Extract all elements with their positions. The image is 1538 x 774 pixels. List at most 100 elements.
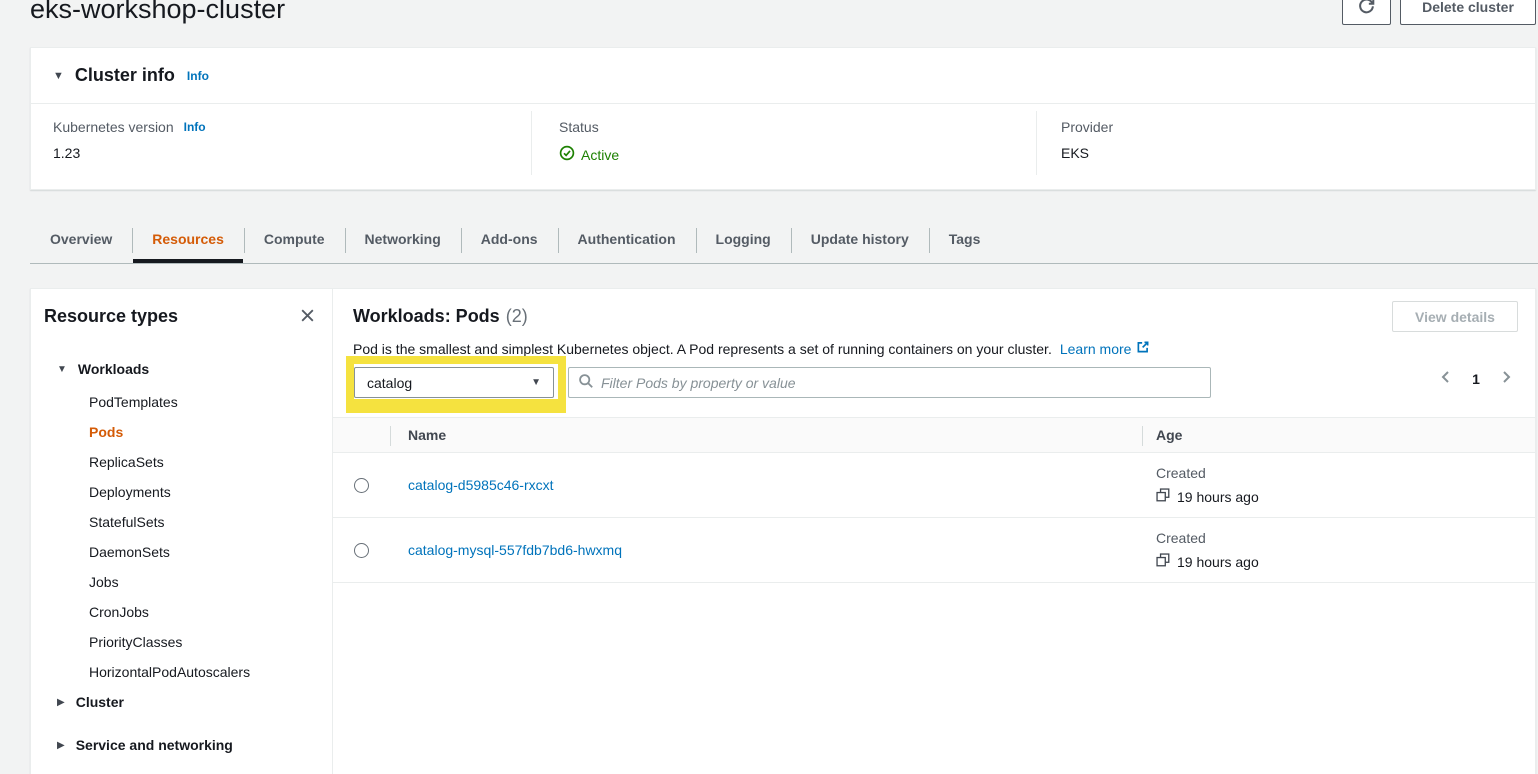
tab-logging[interactable]: Logging: [696, 219, 791, 262]
sidebar-item-replicasets[interactable]: ReplicaSets: [89, 454, 318, 471]
pod-filter-dropdown-value: catalog: [367, 375, 412, 391]
sidebar-item-daemonsets[interactable]: DaemonSets: [89, 544, 318, 561]
pods-search-box: [568, 367, 1211, 398]
age-cell: Created 19 hours ago: [1156, 465, 1259, 505]
collapsed-caret-icon: ▶: [57, 737, 65, 754]
age-cell: Created 19 hours ago: [1156, 530, 1259, 570]
sidebar-group-workloads[interactable]: ▼ Workloads: [57, 361, 318, 378]
current-page-button[interactable]: 1: [1466, 371, 1486, 387]
kubernetes-version-label: Kubernetes version: [53, 119, 174, 135]
page-title: eks-workshop-cluster: [30, 0, 285, 25]
resources-panel: Resource types ▼ Workloads PodTemplates …: [30, 288, 1536, 774]
copy-icon: [1156, 553, 1170, 570]
next-page-button[interactable]: [1498, 369, 1514, 388]
field-divider: [1036, 111, 1037, 175]
provider-field: Provider EKS: [1061, 119, 1113, 161]
provider-value: EKS: [1061, 145, 1113, 161]
resource-types-sidebar: Resource types ▼ Workloads PodTemplates …: [31, 289, 333, 774]
pagination: 1: [1438, 369, 1514, 388]
pods-description: Pod is the smallest and simplest Kuberne…: [353, 340, 1150, 357]
sidebar-item-horizontalpodautoscalers[interactable]: HorizontalPodAutoscalers: [89, 664, 318, 681]
expanded-caret-icon: ▼: [57, 361, 67, 378]
tab-resources[interactable]: Resources: [132, 219, 244, 262]
tab-tags[interactable]: Tags: [929, 219, 1001, 262]
age-created-label: Created: [1156, 530, 1259, 546]
chevron-right-icon: [1498, 369, 1514, 388]
sidebar-item-statefulsets[interactable]: StatefulSets: [89, 514, 318, 531]
external-link-icon: [1136, 340, 1150, 357]
pods-description-text: Pod is the smallest and simplest Kuberne…: [353, 341, 1052, 357]
field-divider: [531, 111, 532, 175]
pod-name-link[interactable]: catalog-mysql-557fdb7bd6-hwxmq: [408, 542, 622, 558]
cluster-info-heading: Cluster info: [75, 65, 175, 86]
age-created-label: Created: [1156, 465, 1259, 481]
cluster-info-card: ▼ Cluster info Info Kubernetes version I…: [30, 47, 1536, 190]
collapsed-caret-icon: ▶: [57, 694, 65, 711]
column-divider: [1142, 426, 1143, 446]
tab-add-ons[interactable]: Add-ons: [461, 219, 558, 262]
provider-label: Provider: [1061, 119, 1113, 135]
sidebar-item-priorityclasses[interactable]: PriorityClasses: [89, 634, 318, 651]
collapse-caret-icon: ▼: [53, 70, 64, 82]
pods-search-input[interactable]: [601, 375, 1201, 391]
eks-cluster-page: eks-workshop-cluster Delete cluster ▼ Cl…: [0, 0, 1538, 774]
tab-compute[interactable]: Compute: [244, 219, 345, 262]
tab-overview[interactable]: Overview: [30, 219, 132, 262]
learn-more-text: Learn more: [1060, 341, 1132, 357]
sidebar-item-deployments[interactable]: Deployments: [89, 484, 318, 501]
table-row: catalog-mysql-557fdb7bd6-hwxmq Created 1…: [333, 518, 1535, 583]
pods-heading: Workloads: Pods (2): [353, 306, 528, 327]
pods-table-header: Name Age: [333, 417, 1535, 453]
pods-count: (2): [506, 306, 528, 326]
table-row: catalog-d5985c46-rxcxt Created 19 hours …: [333, 453, 1535, 518]
chevron-down-icon: ▼: [531, 377, 541, 388]
learn-more-link[interactable]: Learn more: [1060, 340, 1151, 357]
pod-name-link[interactable]: catalog-d5985c46-rxcxt: [408, 477, 554, 493]
sidebar-group-label: Workloads: [78, 361, 149, 378]
cluster-info-header[interactable]: ▼ Cluster info Info: [31, 48, 1535, 104]
sidebar-item-cronjobs[interactable]: CronJobs: [89, 604, 318, 621]
pods-heading-text: Workloads: Pods: [353, 306, 500, 326]
sidebar-group-label: Service and networking: [76, 737, 233, 754]
cluster-info-info-link[interactable]: Info: [187, 69, 209, 83]
kubernetes-version-info-link[interactable]: Info: [184, 120, 206, 134]
cluster-tabs: Overview Resources Compute Networking Ad…: [30, 219, 1000, 262]
status-field: Status Active: [559, 119, 619, 164]
cluster-info-body: Kubernetes version Info 1.23 Status Acti…: [31, 104, 1535, 189]
chevron-left-icon: [1438, 369, 1454, 388]
delete-cluster-button[interactable]: Delete cluster: [1400, 0, 1536, 25]
tab-authentication[interactable]: Authentication: [558, 219, 696, 262]
age-value: 19 hours ago: [1177, 489, 1259, 505]
tabs-divider: [30, 263, 1538, 264]
sidebar-heading: Resource types: [44, 305, 178, 327]
row-select-radio[interactable]: [354, 478, 369, 493]
row-select-radio[interactable]: [354, 543, 369, 558]
status-active-icon: [559, 145, 575, 164]
sidebar-group-service-networking[interactable]: ▶ Service and networking: [57, 737, 318, 754]
tab-update-history[interactable]: Update history: [791, 219, 929, 262]
age-value: 19 hours ago: [1177, 554, 1259, 570]
copy-timestamp-button[interactable]: [1156, 553, 1170, 570]
pod-filter-dropdown[interactable]: catalog ▼: [354, 367, 554, 398]
refresh-icon: [1358, 0, 1375, 17]
tab-networking[interactable]: Networking: [345, 219, 461, 262]
copy-icon: [1156, 488, 1170, 505]
sidebar-group-label: Cluster: [76, 694, 124, 711]
sidebar-item-pods[interactable]: Pods: [89, 424, 318, 441]
sidebar-item-jobs[interactable]: Jobs: [89, 574, 318, 591]
sidebar-close-button[interactable]: [297, 305, 318, 329]
sidebar-item-podtemplates[interactable]: PodTemplates: [89, 394, 318, 411]
workloads-item-list: PodTemplates Pods ReplicaSets Deployment…: [89, 394, 318, 681]
column-header-name: Name: [408, 427, 446, 443]
status-label: Status: [559, 119, 599, 135]
column-divider: [390, 426, 391, 446]
status-badge: Active: [581, 147, 619, 163]
refresh-button[interactable]: [1342, 0, 1391, 25]
copy-timestamp-button[interactable]: [1156, 488, 1170, 505]
kubernetes-version-value: 1.23: [53, 145, 206, 161]
kubernetes-version-field: Kubernetes version Info 1.23: [53, 119, 206, 161]
view-details-button[interactable]: View details: [1392, 301, 1518, 332]
column-header-age: Age: [1156, 427, 1182, 443]
previous-page-button[interactable]: [1438, 369, 1454, 388]
sidebar-group-cluster[interactable]: ▶ Cluster: [57, 694, 318, 711]
